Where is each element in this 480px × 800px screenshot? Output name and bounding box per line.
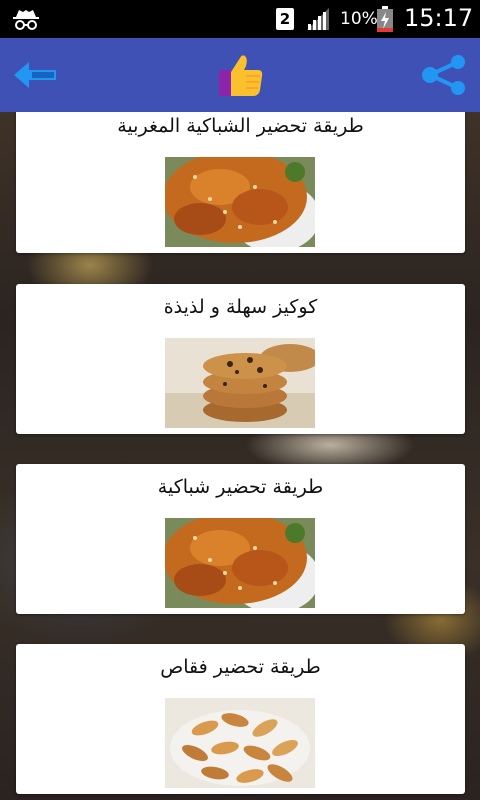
arrow-left-icon[interactable] (12, 58, 58, 92)
thumbs-up-icon[interactable] (216, 52, 264, 98)
recipe-image-fekkas (165, 698, 315, 788)
recipe-image-chebakia (165, 518, 315, 608)
recipe-card[interactable]: طريقة تحضير الشباكية المغربية (16, 112, 465, 253)
battery-charging-icon (377, 6, 393, 32)
sim-indicator: 2 (276, 8, 294, 30)
recipe-image-cookies (165, 338, 315, 428)
recipe-list[interactable]: طريقة تحضير الشباكية المغربية كوكيز سهلة… (0, 112, 480, 800)
app-toolbar (0, 38, 480, 112)
signal-icon (307, 8, 329, 30)
recipe-title: طريقة تحضير الشباكية المغربية (117, 115, 364, 137)
recipe-title: طريقة تحضير شباكية (157, 476, 324, 498)
recipe-card[interactable]: طريقة تحضير شباكية (16, 464, 465, 614)
recipe-title: كوكيز سهلة و لذيذة (163, 296, 318, 318)
recipe-image-chebakia (165, 157, 315, 247)
share-icon[interactable] (420, 54, 468, 96)
recipe-title: طريقة تحضير فقاص (160, 656, 321, 678)
recipe-card[interactable]: كوكيز سهلة و لذيذة (16, 284, 465, 434)
battery-percent: 10% (340, 9, 378, 29)
clock: 15:17 (404, 4, 474, 32)
spy-icon (13, 10, 39, 30)
status-bar: 2 10% 15:17 (0, 0, 480, 38)
recipe-card[interactable]: طريقة تحضير فقاص (16, 644, 465, 794)
